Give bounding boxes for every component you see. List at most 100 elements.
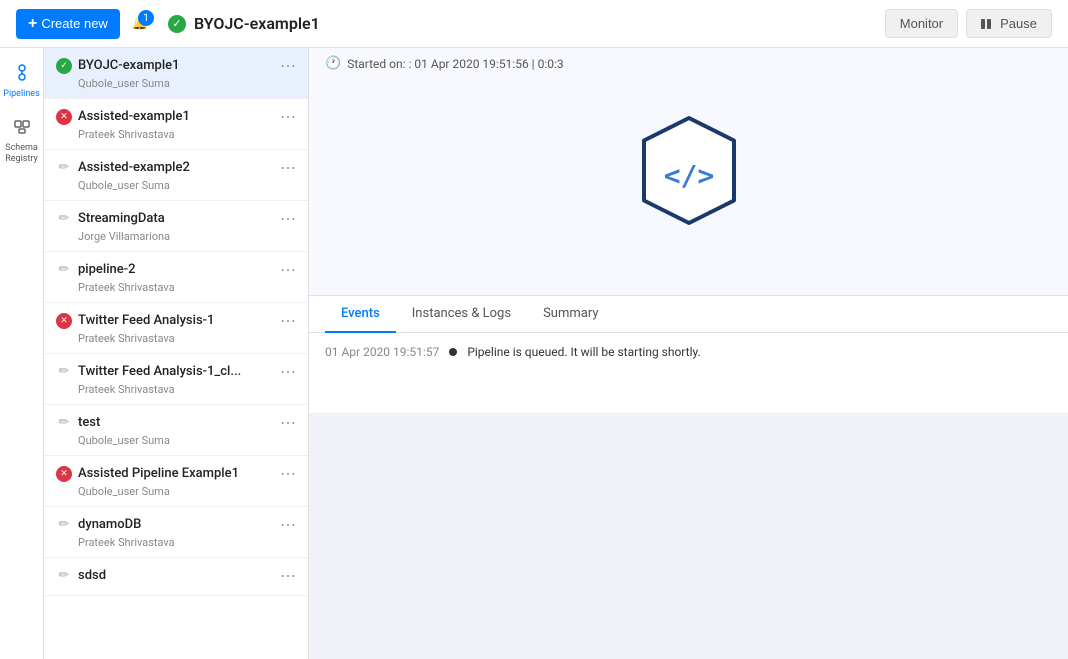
- page-title: BYOJC-example1: [194, 14, 320, 33]
- started-info: Started on: : 01 Apr 2020 19:51:56 | 0:0…: [347, 57, 563, 71]
- pipeline-name: Assisted Pipeline Example1: [78, 466, 239, 481]
- more-options-icon[interactable]: ⋯: [280, 413, 296, 432]
- pipeline-item-left: ✏ pipeline-2: [56, 262, 280, 278]
- pipeline-item-left: Twitter Feed Analysis-1: [56, 313, 280, 329]
- list-item[interactable]: ✏ sdsd ⋯: [44, 558, 308, 596]
- event-time: 01 Apr 2020 19:51:57: [325, 345, 439, 359]
- list-item[interactable]: ✏ pipeline-2 ⋯ Prateek Shrivastava: [44, 252, 308, 303]
- list-item[interactable]: ✏ Assisted-example2 ⋯ Qubole_user Suma: [44, 150, 308, 201]
- pipeline-item-left: ✏ Twitter Feed Analysis-1_cl...: [56, 364, 280, 380]
- pipeline-owner: Prateek Shrivastava: [56, 330, 296, 351]
- topbar: + Create new 🔔 1 BYOJC-example1 Monitor …: [0, 0, 1068, 48]
- event-dot: [449, 348, 457, 356]
- monitor-button[interactable]: Monitor: [885, 9, 958, 38]
- more-options-icon[interactable]: ⋯: [280, 515, 296, 534]
- pipeline-item-left: BYOJC-example1: [56, 58, 280, 74]
- pipeline-owner: Prateek Shrivastava: [56, 279, 296, 300]
- status-icon-red: [56, 109, 72, 125]
- pipeline-item-header: ✏ Assisted-example2 ⋯: [56, 158, 296, 177]
- list-item[interactable]: Assisted-example1 ⋯ Prateek Shrivastava: [44, 99, 308, 150]
- pipeline-name: test: [78, 415, 100, 430]
- more-options-icon[interactable]: ⋯: [280, 107, 296, 126]
- event-row: 01 Apr 2020 19:51:57 Pipeline is queued.…: [325, 345, 1052, 359]
- list-item[interactable]: Assisted Pipeline Example1 ⋯ Qubole_user…: [44, 456, 308, 507]
- pipeline-item-left: ✏ sdsd: [56, 568, 280, 584]
- pipeline-title-area: BYOJC-example1: [168, 14, 873, 33]
- hex-container: </>: [639, 113, 739, 229]
- pipeline-owner: Jorge Villamariona: [56, 228, 296, 249]
- list-item[interactable]: ✏ StreamingData ⋯ Jorge Villamariona: [44, 201, 308, 252]
- pause-icon: [981, 17, 995, 31]
- pipeline-item-left: Assisted Pipeline Example1: [56, 466, 280, 482]
- pipeline-owner: Prateek Shrivastava: [56, 381, 296, 402]
- status-icon-green: [56, 58, 72, 74]
- tab-events[interactable]: Events: [325, 296, 396, 333]
- pipeline-item-left: ✏ dynamoDB: [56, 517, 280, 533]
- pipeline-name: dynamoDB: [78, 517, 141, 532]
- canvas-info-bar: 🕐 Started on: : 01 Apr 2020 19:51:56 | 0…: [309, 48, 1068, 79]
- pipeline-item-header: ✏ test ⋯: [56, 413, 296, 432]
- main-content: 🕐 Started on: : 01 Apr 2020 19:51:56 | 0…: [309, 48, 1068, 659]
- event-message: Pipeline is queued. It will be starting …: [467, 345, 700, 359]
- pause-button[interactable]: Pause: [966, 9, 1052, 38]
- pipeline-name: StreamingData: [78, 211, 165, 226]
- tabs-bar: EventsInstances & LogsSummary: [309, 296, 1068, 333]
- status-icon-pencil: ✏: [56, 364, 72, 380]
- more-options-icon[interactable]: ⋯: [280, 566, 296, 585]
- pipeline-item-header: Twitter Feed Analysis-1 ⋯: [56, 311, 296, 330]
- list-item[interactable]: Twitter Feed Analysis-1 ⋯ Prateek Shriva…: [44, 303, 308, 354]
- tab-summary[interactable]: Summary: [527, 296, 614, 333]
- pause-label: Pause: [1000, 16, 1037, 31]
- pipeline-item-left: ✏ StreamingData: [56, 211, 280, 227]
- pipeline-hex-icon: </>: [639, 113, 739, 229]
- schema-registry-label: Schema Registry: [5, 143, 38, 165]
- pipeline-item-header: BYOJC-example1 ⋯: [56, 56, 296, 75]
- pipelines-icon: [12, 62, 32, 87]
- pipeline-name: Assisted-example1: [78, 109, 190, 124]
- pipeline-item-header: ✏ StreamingData ⋯: [56, 209, 296, 228]
- more-options-icon[interactable]: ⋯: [280, 260, 296, 279]
- pipeline-item-header: ✏ pipeline-2 ⋯: [56, 260, 296, 279]
- status-icon-red: [56, 466, 72, 482]
- clock-icon: 🕐: [325, 56, 341, 71]
- pipeline-item-header: ✏ Twitter Feed Analysis-1_cl... ⋯: [56, 362, 296, 381]
- events-panel: 01 Apr 2020 19:51:57 Pipeline is queued.…: [309, 333, 1068, 413]
- topbar-left: + Create new 🔔 1: [16, 9, 148, 39]
- sidebar-item-pipelines[interactable]: Pipelines: [2, 56, 42, 106]
- schema-registry-icon: [12, 116, 32, 141]
- pipeline-owner: [56, 585, 296, 593]
- main-layout: Pipelines Schema Registry BYOJC-example1…: [0, 48, 1068, 659]
- more-options-icon[interactable]: ⋯: [280, 362, 296, 381]
- more-options-icon[interactable]: ⋯: [280, 209, 296, 228]
- pipeline-owner: Qubole_user Suma: [56, 75, 296, 96]
- svg-text:</>: </>: [663, 159, 714, 192]
- pipeline-owner: Qubole_user Suma: [56, 432, 296, 453]
- pipeline-owner: Qubole_user Suma: [56, 177, 296, 198]
- more-options-icon[interactable]: ⋯: [280, 158, 296, 177]
- pipeline-name: BYOJC-example1: [78, 58, 180, 73]
- tab-instances-logs[interactable]: Instances & Logs: [396, 296, 527, 333]
- more-options-icon[interactable]: ⋯: [280, 311, 296, 330]
- pipeline-item-header: ✏ sdsd ⋯: [56, 566, 296, 585]
- create-new-label: Create new: [41, 16, 107, 31]
- more-options-icon[interactable]: ⋯: [280, 464, 296, 483]
- status-icon-pencil: ✏: [56, 211, 72, 227]
- notification-button[interactable]: 🔔 1: [132, 16, 148, 31]
- pipeline-item-left: Assisted-example1: [56, 109, 280, 125]
- status-icon-red: [56, 313, 72, 329]
- list-item[interactable]: BYOJC-example1 ⋯ Qubole_user Suma: [44, 48, 308, 99]
- pipeline-list: BYOJC-example1 ⋯ Qubole_user Suma Assist…: [44, 48, 309, 659]
- sidebar-item-schema-registry[interactable]: Schema Registry: [2, 110, 42, 171]
- pipelines-label: Pipelines: [3, 89, 39, 100]
- status-icon-pencil: ✏: [56, 262, 72, 278]
- list-item[interactable]: ✏ dynamoDB ⋯ Prateek Shrivastava: [44, 507, 308, 558]
- pipeline-name: sdsd: [78, 568, 106, 583]
- bottom-section: [309, 413, 1068, 659]
- status-icon-pencil: ✏: [56, 415, 72, 431]
- pipeline-name: Twitter Feed Analysis-1_cl...: [78, 364, 241, 379]
- create-new-button[interactable]: + Create new: [16, 9, 120, 39]
- more-options-icon[interactable]: ⋯: [280, 56, 296, 75]
- list-item[interactable]: ✏ Twitter Feed Analysis-1_cl... ⋯ Pratee…: [44, 354, 308, 405]
- list-item[interactable]: ✏ test ⋯ Qubole_user Suma: [44, 405, 308, 456]
- pipeline-item-left: ✏ test: [56, 415, 280, 431]
